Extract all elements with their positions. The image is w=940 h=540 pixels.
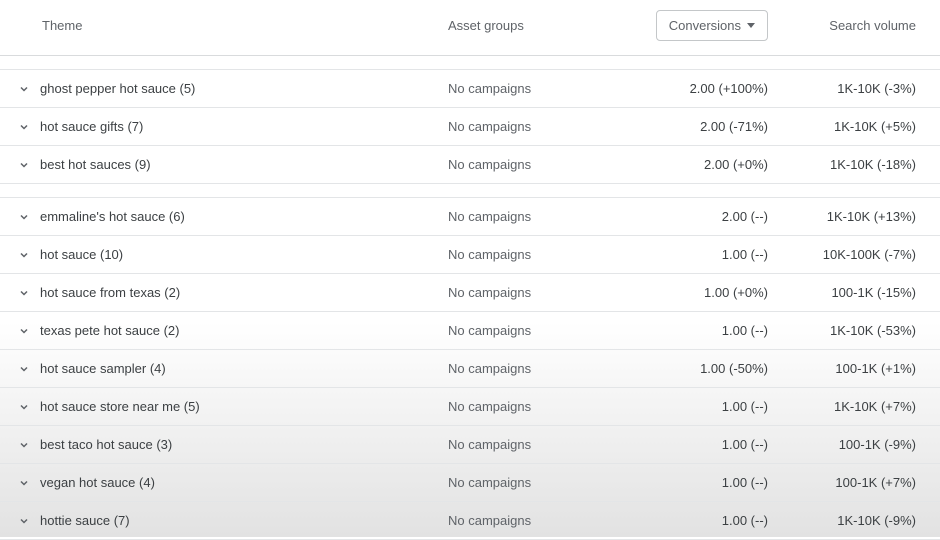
table-row[interactable]: ghost pepper hot sauce (5) No campaigns2.… xyxy=(0,70,940,108)
asset-groups-cell: No campaigns xyxy=(448,81,618,96)
chevron-down-icon[interactable] xyxy=(18,363,30,375)
chevron-down-icon[interactable] xyxy=(18,249,30,261)
search-volume-cell: 1K-10K (-9%) xyxy=(768,513,922,528)
asset-groups-cell: No campaigns xyxy=(448,475,618,490)
theme-label: best taco hot sauce (3) xyxy=(40,437,172,452)
theme-label: best hot sauces (9) xyxy=(40,157,151,172)
theme-label: emmaline's hot sauce (6) xyxy=(40,209,185,224)
asset-groups-cell: No campaigns xyxy=(448,247,618,262)
conversions-label: Conversions xyxy=(669,18,741,33)
header-search-volume: Search volume xyxy=(768,18,922,33)
conversions-cell: 2.00 (+100%) xyxy=(618,81,768,96)
conversions-cell: 1.00 (--) xyxy=(618,323,768,338)
theme-label: texas pete hot sauce (2) xyxy=(40,323,179,338)
asset-groups-cell: No campaigns xyxy=(448,513,618,528)
theme-label: hot sauce sampler (4) xyxy=(40,361,166,376)
conversions-cell: 2.00 (-71%) xyxy=(618,119,768,134)
asset-groups-cell: No campaigns xyxy=(448,323,618,338)
chevron-down-icon[interactable] xyxy=(18,287,30,299)
search-volume-cell: 1K-10K (-3%) xyxy=(768,81,922,96)
spacer-row xyxy=(0,184,940,198)
search-volume-cell: 10K-100K (-7%) xyxy=(768,247,922,262)
theme-cell: best taco hot sauce (3) xyxy=(18,437,448,452)
table-row[interactable]: vegan hot sauce (4) No campaigns1.00 (--)… xyxy=(0,464,940,502)
table-row[interactable]: hot sauce sampler (4) No campaigns1.00 (-… xyxy=(0,350,940,388)
conversions-cell: 1.00 (--) xyxy=(618,475,768,490)
table-row[interactable]: hot sauce from texas (2) No campaigns1.00… xyxy=(0,274,940,312)
asset-groups-cell: No campaigns xyxy=(448,437,618,452)
conversions-sort-button[interactable]: Conversions xyxy=(656,10,768,41)
theme-cell: vegan hot sauce (4) xyxy=(18,475,448,490)
table-row[interactable]: best taco hot sauce (3) No campaigns1.00 … xyxy=(0,426,940,464)
theme-cell: hot sauce (10) xyxy=(18,247,448,262)
table-body: ghost pepper hot sauce (5)No campaigns2.… xyxy=(0,70,940,540)
search-volume-cell: 1K-10K (+7%) xyxy=(768,399,922,414)
theme-cell: hottie sauce (7) xyxy=(18,513,448,528)
chevron-down-icon[interactable] xyxy=(18,515,30,527)
chevron-down-icon[interactable] xyxy=(18,121,30,133)
search-volume-cell: 100-1K (-15%) xyxy=(768,285,922,300)
header-asset-groups: Asset groups xyxy=(448,18,618,33)
search-volume-cell: 100-1K (+1%) xyxy=(768,361,922,376)
table-row[interactable]: best hot sauces (9) No campaigns2.00 (+0%… xyxy=(0,146,940,184)
theme-cell: best hot sauces (9) xyxy=(18,157,448,172)
chevron-down-icon[interactable] xyxy=(18,83,30,95)
themes-table: Theme Asset groups Conversions Search vo… xyxy=(0,0,940,540)
header-theme: Theme xyxy=(18,18,448,33)
search-volume-cell: 1K-10K (-53%) xyxy=(768,323,922,338)
theme-label: hot sauce store near me (5) xyxy=(40,399,200,414)
theme-cell: hot sauce from texas (2) xyxy=(18,285,448,300)
table-row[interactable]: texas pete hot sauce (2) No campaigns1.00… xyxy=(0,312,940,350)
chevron-down-icon[interactable] xyxy=(18,439,30,451)
search-volume-cell: 100-1K (-9%) xyxy=(768,437,922,452)
asset-groups-cell: No campaigns xyxy=(448,157,618,172)
asset-groups-cell: No campaigns xyxy=(448,119,618,134)
asset-groups-cell: No campaigns xyxy=(448,399,618,414)
chevron-down-icon[interactable] xyxy=(18,159,30,171)
conversions-cell: 1.00 (--) xyxy=(618,513,768,528)
chevron-down-icon[interactable] xyxy=(18,477,30,489)
conversions-cell: 2.00 (+0%) xyxy=(618,157,768,172)
search-volume-cell: 100-1K (+7%) xyxy=(768,475,922,490)
search-volume-cell: 1K-10K (-18%) xyxy=(768,157,922,172)
theme-cell: hot sauce gifts (7) xyxy=(18,119,448,134)
chevron-down-icon[interactable] xyxy=(18,211,30,223)
table-row[interactable]: hottie sauce (7) No campaigns1.00 (--)1K-… xyxy=(0,502,940,540)
search-volume-cell: 1K-10K (+5%) xyxy=(768,119,922,134)
theme-cell: texas pete hot sauce (2) xyxy=(18,323,448,338)
asset-groups-cell: No campaigns xyxy=(448,361,618,376)
conversions-cell: 1.00 (--) xyxy=(618,437,768,452)
spacer-row xyxy=(0,56,940,70)
conversions-cell: 1.00 (--) xyxy=(618,247,768,262)
theme-cell: hot sauce store near me (5) xyxy=(18,399,448,414)
theme-cell: hot sauce sampler (4) xyxy=(18,361,448,376)
chevron-down-icon[interactable] xyxy=(18,401,30,413)
conversions-cell: 1.00 (+0%) xyxy=(618,285,768,300)
conversions-cell: 1.00 (--) xyxy=(618,399,768,414)
table-row[interactable]: hot sauce gifts (7) No campaigns2.00 (-71… xyxy=(0,108,940,146)
theme-label: hot sauce (10) xyxy=(40,247,123,262)
conversions-cell: 1.00 (-50%) xyxy=(618,361,768,376)
table-row[interactable]: emmaline's hot sauce (6) No campaigns2.00… xyxy=(0,198,940,236)
table-row[interactable]: hot sauce (10) No campaigns1.00 (--)10K-1… xyxy=(0,236,940,274)
table-row[interactable]: hot sauce store near me (5)No campaigns1… xyxy=(0,388,940,426)
asset-groups-cell: No campaigns xyxy=(448,285,618,300)
theme-label: hottie sauce (7) xyxy=(40,513,130,528)
table-header: Theme Asset groups Conversions Search vo… xyxy=(0,0,940,56)
caret-down-icon xyxy=(747,23,755,28)
search-volume-cell: 1K-10K (+13%) xyxy=(768,209,922,224)
theme-label: hot sauce from texas (2) xyxy=(40,285,180,300)
chevron-down-icon[interactable] xyxy=(18,325,30,337)
conversions-cell: 2.00 (--) xyxy=(618,209,768,224)
asset-groups-cell: No campaigns xyxy=(448,209,618,224)
theme-cell: emmaline's hot sauce (6) xyxy=(18,209,448,224)
theme-label: ghost pepper hot sauce (5) xyxy=(40,81,195,96)
theme-label: vegan hot sauce (4) xyxy=(40,475,155,490)
theme-label: hot sauce gifts (7) xyxy=(40,119,143,134)
theme-cell: ghost pepper hot sauce (5) xyxy=(18,81,448,96)
